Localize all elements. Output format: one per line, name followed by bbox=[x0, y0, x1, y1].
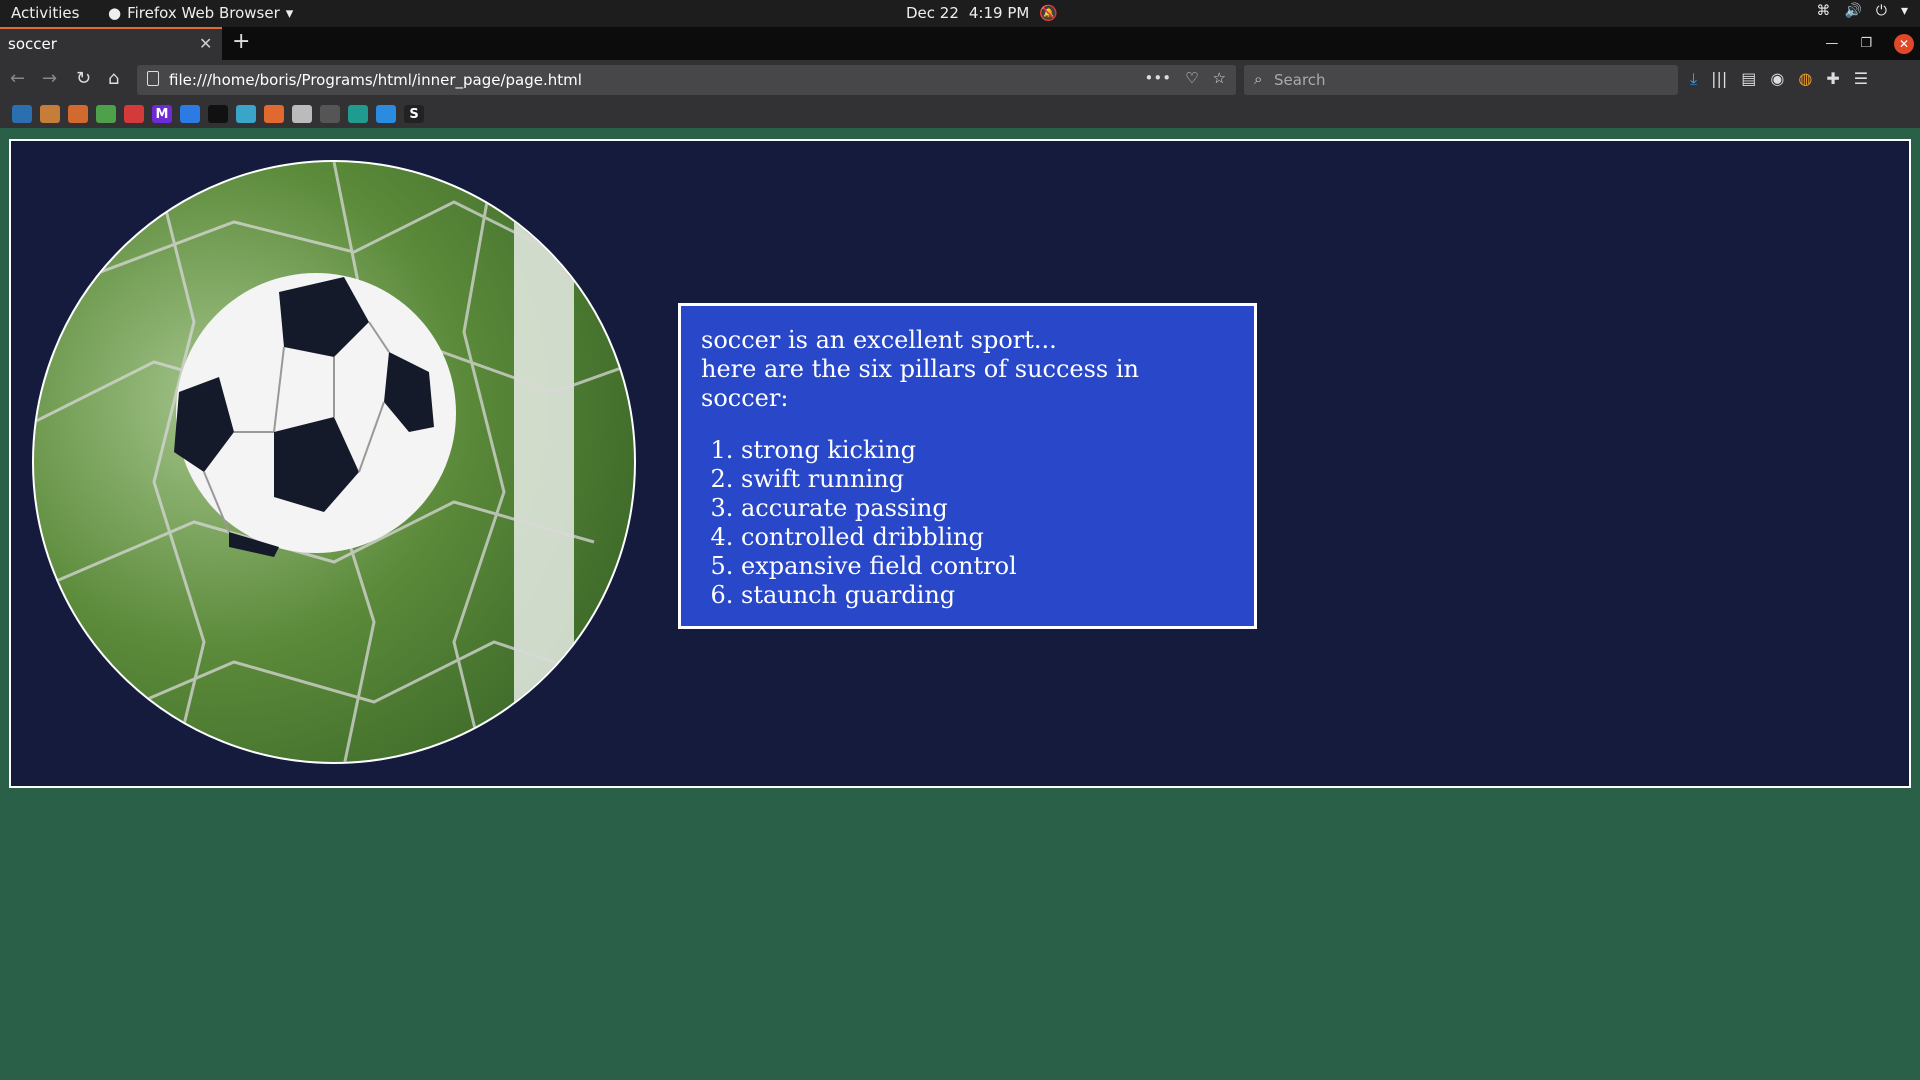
list-item: controlled dribbling bbox=[741, 523, 1234, 552]
list-item: expansive field control bbox=[741, 552, 1234, 581]
bookmark-5-icon[interactable] bbox=[124, 105, 144, 123]
bookmark-2-icon[interactable] bbox=[40, 105, 60, 123]
url-text: file:///home/boris/Programs/html/inner_p… bbox=[169, 71, 582, 89]
list-item: swift running bbox=[741, 465, 1234, 494]
app-name: Firefox Web Browser bbox=[127, 4, 280, 22]
power-icon: ⏻ bbox=[1875, 3, 1887, 19]
pocket-icon[interactable]: ♡ bbox=[1185, 69, 1198, 87]
restore-button[interactable]: ❐ bbox=[1860, 36, 1872, 51]
account-icon[interactable]: ◉ bbox=[1770, 69, 1784, 89]
activities-button[interactable]: Activities bbox=[11, 4, 79, 22]
back-button[interactable]: ← bbox=[10, 68, 25, 89]
bookmarks-toolbar: MS bbox=[0, 100, 1920, 128]
bookmark-3-icon[interactable] bbox=[68, 105, 88, 123]
firefox-icon: ● bbox=[108, 4, 122, 22]
bookmark-4-icon[interactable] bbox=[96, 105, 116, 123]
extension-icon[interactable]: ◍ bbox=[1798, 69, 1812, 89]
reload-button[interactable]: ↻ bbox=[76, 68, 91, 89]
page-viewport: soccer is an excellent sport... here are… bbox=[0, 128, 1920, 1080]
gnome-top-bar: Activities ● Firefox Web Browser ▾ Dec 2… bbox=[0, 0, 1920, 27]
notifications-off-icon: 🔕 bbox=[1039, 4, 1059, 22]
list-item: accurate passing bbox=[741, 494, 1234, 523]
search-input[interactable]: ⌕ Search bbox=[1244, 65, 1678, 95]
close-tab-icon[interactable]: ✕ bbox=[199, 34, 212, 53]
date: Dec 22 bbox=[906, 4, 959, 22]
nav-toolbar: ← → ↻ ⌂ file:///home/boris/Programs/html… bbox=[0, 60, 1920, 100]
bookmark-7-icon[interactable] bbox=[180, 105, 200, 123]
toolbar-icons: ⤓ ||| ▤ ◉ ◍ ✚ ☰ bbox=[1690, 69, 1868, 89]
new-tab-button[interactable]: + bbox=[232, 29, 250, 54]
chevron-down-icon: ▾ bbox=[1900, 3, 1908, 19]
system-tray[interactable]: ⌘ 🔊 ⏻ ▾ bbox=[1816, 3, 1908, 19]
intro-line-2: here are the six pillars of success in s… bbox=[701, 355, 1139, 412]
menu-icon[interactable]: ☰ bbox=[1854, 69, 1868, 89]
soccer-ball-net-graphic bbox=[34, 162, 634, 762]
bookmark-14-icon[interactable] bbox=[376, 105, 396, 123]
url-bar[interactable]: file:///home/boris/Programs/html/inner_p… bbox=[137, 65, 1236, 95]
bookmark-1-icon[interactable] bbox=[12, 105, 32, 123]
close-window-button[interactable]: ✕ bbox=[1894, 33, 1914, 54]
page-actions-icon[interactable]: ••• bbox=[1145, 69, 1172, 87]
list-item: strong kicking bbox=[741, 436, 1234, 465]
chevron-down-icon: ▾ bbox=[285, 4, 294, 22]
time: 4:19 PM bbox=[968, 4, 1030, 22]
bookmark-10-icon[interactable] bbox=[264, 105, 284, 123]
tab-soccer[interactable]: soccer ✕ bbox=[0, 27, 222, 60]
forward-button[interactable]: → bbox=[42, 68, 57, 89]
clock[interactable]: Dec 22 4:19 PM 🔕 bbox=[906, 4, 1058, 22]
pillars-textbox: soccer is an excellent sport... here are… bbox=[678, 303, 1257, 629]
github-icon-icon[interactable] bbox=[208, 105, 228, 123]
bookmark-s-icon[interactable]: S bbox=[404, 105, 424, 123]
volume-icon: 🔊 bbox=[1844, 3, 1862, 19]
intro-line-1: soccer is an excellent sport... bbox=[701, 326, 1057, 354]
bookmark-9-icon[interactable] bbox=[236, 105, 256, 123]
tab-title: soccer bbox=[8, 35, 57, 53]
window-controls: — ❐ ✕ bbox=[1825, 27, 1920, 60]
minimize-button[interactable]: — bbox=[1825, 36, 1838, 51]
bookmark-star-icon[interactable]: ☆ bbox=[1213, 69, 1226, 87]
search-placeholder: Search bbox=[1274, 71, 1326, 89]
downloads-icon[interactable]: ⤓ bbox=[1690, 69, 1697, 89]
network-icon: ⌘ bbox=[1816, 3, 1831, 19]
sidebar-icon[interactable]: ▤ bbox=[1741, 69, 1756, 89]
tab-bar: soccer ✕ + — ❐ ✕ bbox=[0, 27, 1920, 60]
pillars-list: strong kicking swift running accurate pa… bbox=[701, 436, 1234, 610]
soccer-ball-image bbox=[32, 160, 636, 764]
home-button[interactable]: ⌂ bbox=[108, 68, 119, 89]
search-icon: ⌕ bbox=[1254, 70, 1263, 88]
bookmark-12-icon[interactable] bbox=[320, 105, 340, 123]
extensions-icon[interactable]: ✚ bbox=[1826, 69, 1839, 89]
bookmark-m-icon[interactable]: M bbox=[152, 105, 172, 123]
list-item: staunch guarding bbox=[741, 581, 1234, 610]
library-icon[interactable]: ||| bbox=[1711, 69, 1727, 89]
bookmark-13-icon[interactable] bbox=[348, 105, 368, 123]
page-icon bbox=[147, 71, 159, 86]
content-panel: soccer is an excellent sport... here are… bbox=[9, 139, 1911, 788]
bookmark-11-icon[interactable] bbox=[292, 105, 312, 123]
app-menu[interactable]: ● Firefox Web Browser ▾ bbox=[108, 4, 293, 22]
